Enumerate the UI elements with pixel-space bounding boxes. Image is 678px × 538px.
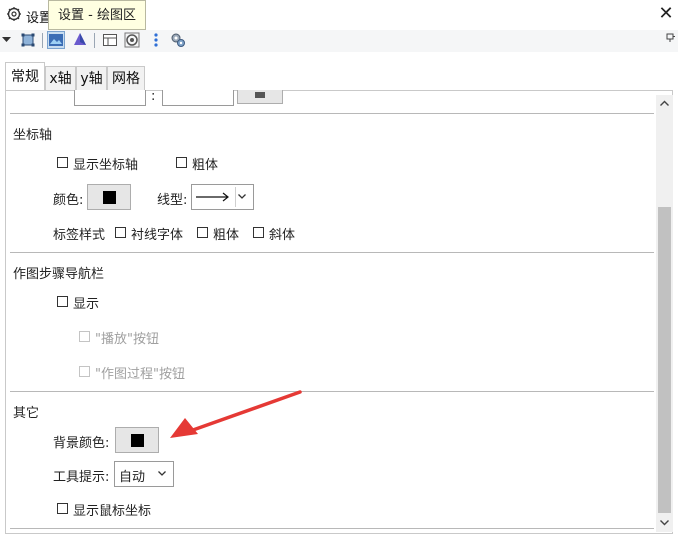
axes-section-title: 坐标轴	[13, 128, 53, 143]
annotation-arrow	[170, 390, 302, 438]
italic-checkbox[interactable]	[253, 227, 264, 238]
serif-checkbox[interactable]	[115, 227, 126, 238]
more-vertical-icon[interactable]	[148, 32, 164, 48]
arrow-line-icon	[196, 192, 229, 202]
scroll-down-icon[interactable]	[659, 517, 670, 528]
max-field[interactable]	[162, 90, 234, 106]
serif-label: 衬线字体	[131, 228, 184, 243]
defaults-icon[interactable]	[124, 32, 140, 48]
tooltips-value: 自动	[119, 470, 146, 485]
tooltips-select[interactable]: 自动	[114, 461, 174, 487]
axis-color-label: 颜色:	[53, 193, 84, 208]
bg-color-button[interactable]	[115, 427, 159, 453]
line-type-label: 线型:	[157, 193, 188, 208]
show-mouse-coords-label: 显示鼠标坐标	[73, 504, 152, 519]
label-style-label: 标签样式	[53, 228, 106, 243]
partial-button[interactable]	[237, 90, 283, 104]
pin-icon[interactable]	[666, 33, 676, 43]
nav-section-title: 作图步骤导航栏	[13, 267, 105, 282]
bg-color-label: 背景颜色:	[53, 436, 110, 451]
3d-view-icon[interactable]	[72, 32, 88, 48]
section-divider	[10, 391, 654, 392]
tooltips-label: 工具提示:	[53, 470, 110, 485]
show-axes-label: 显示坐标轴	[73, 158, 139, 173]
play-button-label: "播放"按钮	[95, 332, 159, 347]
play-button-checkbox[interactable]	[79, 331, 90, 342]
dropdown-triangle-icon[interactable]	[0, 32, 16, 48]
other-section-title: 其它	[13, 406, 40, 421]
color-swatch	[131, 434, 144, 447]
tab-general[interactable]: 常规	[5, 62, 45, 90]
show-mouse-coords-checkbox[interactable]	[57, 503, 68, 514]
settings-gear-icon	[7, 7, 21, 21]
construction-button-checkbox[interactable]	[79, 366, 90, 377]
axes-bold-checkbox[interactable]	[176, 157, 187, 168]
tab-y-axis[interactable]: y轴	[76, 66, 107, 90]
section-divider	[10, 528, 654, 529]
axes-bold-label: 粗体	[192, 158, 219, 173]
toolbar-separator	[42, 33, 43, 48]
scrollbar-thumb[interactable]	[658, 207, 671, 513]
show-nav-checkbox[interactable]	[57, 296, 68, 307]
graphics-view-icon[interactable]	[47, 31, 65, 49]
line-type-select[interactable]	[191, 184, 254, 210]
advanced-settings-icon[interactable]	[170, 32, 186, 48]
construction-button-label: "作图过程"按钮	[95, 367, 185, 382]
color-swatch	[103, 191, 116, 204]
show-nav-label: 显示	[73, 297, 100, 312]
tab-x-axis[interactable]: x轴	[45, 66, 76, 90]
chevron-down-icon	[158, 471, 166, 476]
label-bold-label: 粗体	[213, 228, 240, 243]
italic-label: 斜体	[269, 228, 296, 243]
layout-icon[interactable]	[102, 32, 118, 48]
label-bold-checkbox[interactable]	[197, 227, 208, 238]
scroll-up-icon[interactable]	[659, 98, 670, 109]
select-object-icon[interactable]	[20, 32, 36, 48]
section-divider	[10, 113, 654, 114]
toolbar-separator	[94, 33, 95, 48]
tab-grid[interactable]: 网格	[107, 66, 145, 90]
axis-color-button[interactable]	[87, 184, 131, 210]
section-divider	[10, 252, 654, 253]
chevron-down-icon	[238, 194, 246, 199]
show-axes-checkbox[interactable]	[57, 157, 68, 168]
range-separator: :	[151, 89, 156, 104]
close-button[interactable]: ✕	[656, 4, 676, 24]
min-field[interactable]	[74, 90, 146, 106]
toolbar	[0, 30, 678, 52]
window-tooltip: 设置 - 绘图区	[48, 0, 146, 30]
